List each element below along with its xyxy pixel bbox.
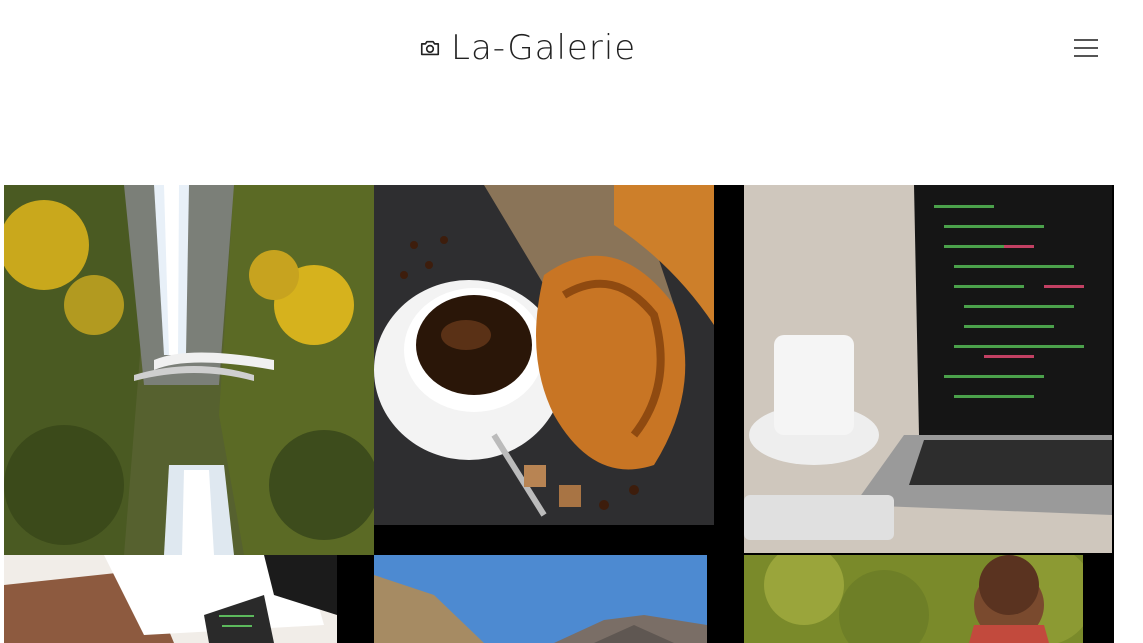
site-header: La-Galerie (0, 0, 1143, 100)
brand-logo-link[interactable]: La-Galerie (419, 28, 636, 68)
brand-title: La-Galerie (451, 28, 637, 68)
menu-line (1074, 39, 1098, 41)
gallery-photo-laptop-code[interactable] (744, 185, 1112, 553)
gallery-photo-coffee[interactable] (374, 185, 714, 525)
gallery-photo-mountains[interactable] (374, 555, 707, 643)
menu-line (1074, 47, 1098, 49)
hamburger-menu-icon[interactable] (1070, 33, 1102, 63)
photo-gallery (4, 185, 1114, 643)
gallery-photo-waterfall[interactable] (4, 185, 374, 555)
gallery-photo-child[interactable] (744, 555, 1083, 643)
menu-line (1074, 55, 1098, 57)
camera-icon (420, 40, 440, 56)
gallery-photo-desk[interactable] (4, 555, 337, 643)
